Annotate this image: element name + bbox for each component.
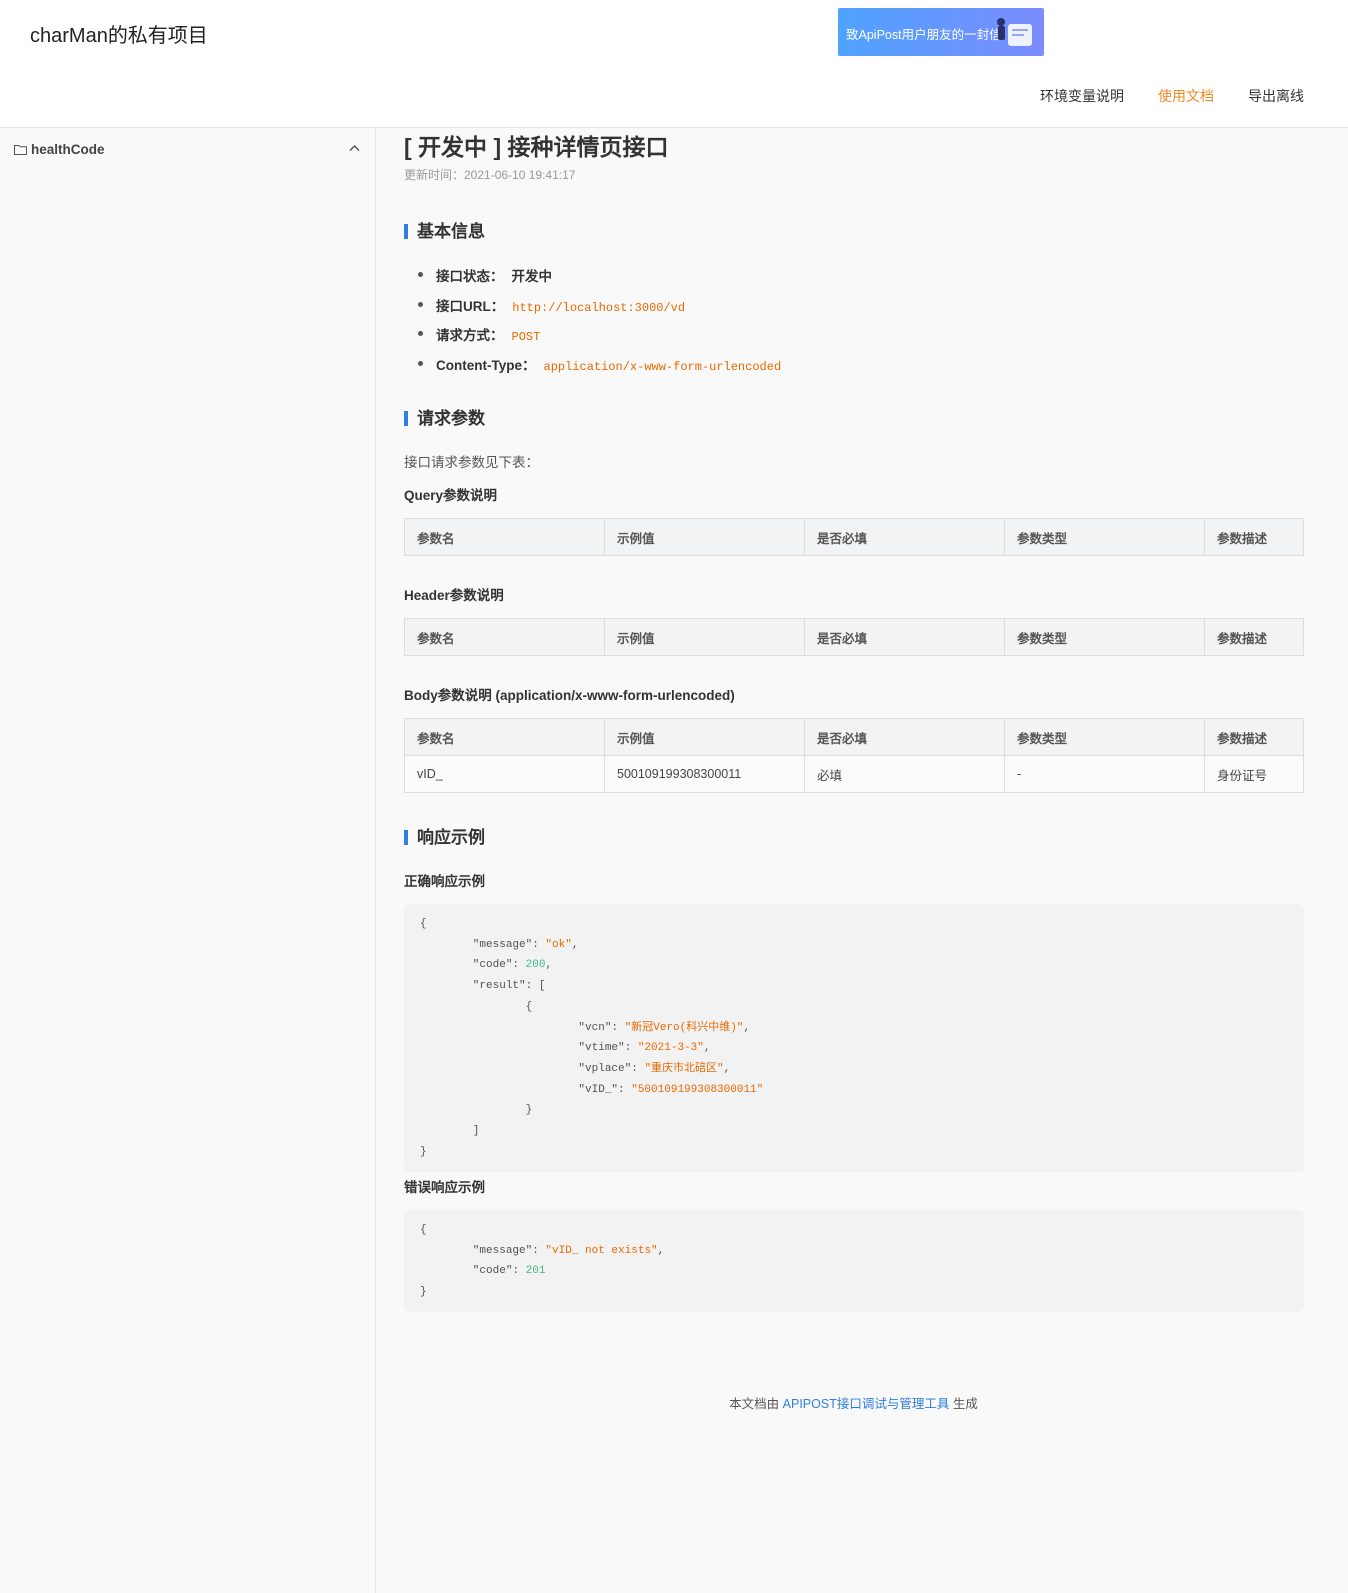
error-response-title: 错误响应示例	[404, 1180, 485, 1195]
json-vplace: "重庆市北碚区"	[644, 1062, 724, 1075]
cell-required: 必填	[804, 755, 1005, 793]
footer-suffix: 生成	[949, 1397, 978, 1411]
sidebar: healthCode	[0, 128, 376, 1593]
sidebar-folder-healthcode[interactable]: healthCode	[14, 141, 364, 161]
col-required: 是否必填	[804, 618, 1005, 656]
section-basic-info: 基本信息	[404, 223, 485, 240]
list-item: Content-Type： application/x-www-form-urle…	[417, 354, 782, 384]
content-type-label: Content-Type：	[436, 357, 536, 373]
nav-env-vars[interactable]: 环境变量说明	[1040, 86, 1124, 106]
folder-label: healthCode	[31, 142, 105, 157]
table-row: vID_ 500109199308300011 必填 - 身份证号	[404, 755, 1304, 793]
cell-name: vID_	[404, 755, 605, 793]
col-name: 参数名	[404, 618, 605, 656]
success-response-code: { "message": "ok", "code": 200, "result"…	[404, 904, 1304, 1172]
method-value: POST	[511, 330, 541, 344]
json-vid: "500109199308300011"	[631, 1083, 764, 1096]
updated-time: 更新时间：2021-06-10 19:41:17	[404, 168, 576, 182]
banner-text: 致ApiPost用户朋友的一封信	[846, 28, 1002, 42]
col-required: 是否必填	[804, 718, 1005, 756]
list-item: 接口状态： 开发中	[417, 265, 781, 295]
query-params-table: 参数名 示例值 是否必填 参数类型 参数描述	[404, 518, 1304, 556]
section-request-params: 请求参数	[404, 410, 485, 427]
success-response-title: 正确响应示例	[404, 874, 485, 889]
request-intro: 接口请求参数见下表：	[404, 455, 539, 470]
banner-illustration-icon	[997, 18, 1032, 46]
page-title: [ 开发中 ] 接种详情页接口	[404, 134, 669, 160]
url-value: http://localhost:3000/vd	[512, 300, 686, 315]
top-header: charMan的私有项目 致ApiPost用户朋友的一封信 环境变量说明 使用文…	[0, 0, 1348, 128]
col-required: 是否必填	[804, 518, 1005, 556]
section-response-examples: 响应示例	[404, 829, 485, 846]
header-params-title: Header参数说明	[404, 588, 504, 603]
url-label: 接口URL：	[436, 298, 505, 314]
header-params-table: 参数名 示例值 是否必填 参数类型 参数描述	[404, 618, 1304, 656]
status-value: 开发中	[511, 269, 553, 284]
body-params-table: 参数名 示例值 是否必填 参数类型 参数描述 vID_ 500109199308…	[404, 718, 1304, 793]
col-desc: 参数描述	[1204, 718, 1304, 756]
col-type: 参数类型	[1004, 518, 1205, 556]
json-message: "ok"	[545, 938, 572, 951]
project-title: charMan的私有项目	[30, 25, 208, 47]
footer-note: 本文档由 APIPOST接口调试与管理工具 生成	[376, 1393, 1331, 1412]
cell-desc: 身份证号	[1204, 755, 1304, 793]
col-type: 参数类型	[1004, 618, 1205, 656]
json-error-code: 201	[525, 1265, 546, 1278]
content-type-value: application/x-www-form-urlencoded	[543, 359, 782, 374]
col-example: 示例值	[604, 518, 805, 556]
json-vcn: "新冠Vero(科兴中维)"	[624, 1021, 744, 1034]
json-error-message: "vID_ not exists"	[545, 1244, 658, 1257]
error-response-code: { "message": "vID_ not exists", "code": …	[404, 1210, 1304, 1312]
json-code: 200	[525, 959, 546, 972]
apipost-letter-banner[interactable]: 致ApiPost用户朋友的一封信	[838, 8, 1044, 56]
col-type: 参数类型	[1004, 718, 1205, 756]
doc-content: [ 开发中 ] 接种详情页接口 更新时间：2021-06-10 19:41:17…	[376, 128, 1348, 1593]
cell-example: 500109199308300011	[604, 755, 805, 793]
query-params-title: Query参数说明	[404, 488, 498, 503]
col-example: 示例值	[604, 618, 805, 656]
col-name: 参数名	[404, 718, 605, 756]
basic-info-list: 接口状态： 开发中 接口URL： http://localhost:3000/vd …	[417, 265, 782, 384]
apipost-link[interactable]: APIPOST接口调试与管理工具	[783, 1397, 950, 1411]
body-params-title: Body参数说明 (application/x-www-form-urlenco…	[404, 688, 735, 703]
cell-type: -	[1004, 755, 1205, 793]
col-desc: 参数描述	[1204, 518, 1304, 556]
col-desc: 参数描述	[1204, 618, 1304, 656]
list-item: 请求方式： POST	[417, 324, 781, 354]
nav-export-offline[interactable]: 导出离线	[1248, 86, 1304, 106]
col-example: 示例值	[604, 718, 805, 756]
col-name: 参数名	[404, 518, 605, 556]
footer-prefix: 本文档由	[729, 1397, 783, 1411]
json-vtime: "2021-3-3"	[637, 1042, 704, 1055]
chevron-up-icon[interactable]	[349, 144, 360, 152]
list-item: 接口URL： http://localhost:3000/vd	[417, 295, 781, 325]
method-label: 请求方式：	[436, 328, 504, 343]
folder-icon	[14, 145, 27, 155]
status-label: 接口状态：	[436, 269, 504, 284]
nav-usage-docs[interactable]: 使用文档	[1158, 86, 1214, 106]
